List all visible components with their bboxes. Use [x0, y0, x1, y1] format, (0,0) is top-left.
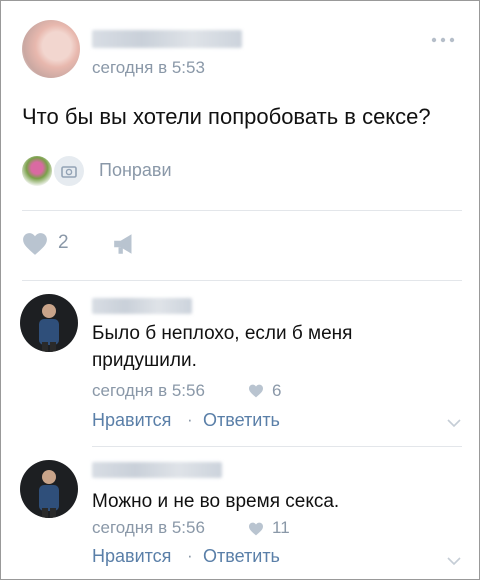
chevron-down-icon[interactable]: [446, 556, 462, 566]
action-separator-dot: ·: [187, 410, 193, 429]
share-megaphone-icon[interactable]: [112, 232, 138, 256]
chevron-down-icon[interactable]: [446, 418, 462, 428]
heart-icon[interactable]: [22, 232, 48, 256]
reply-comment-link[interactable]: Ответить: [203, 410, 280, 431]
comment-timestamp: сегодня в 5:56: [92, 518, 205, 537]
heart-icon[interactable]: [248, 522, 264, 536]
comment-author-avatar[interactable]: [20, 294, 78, 352]
comment-author-name[interactable]: [92, 298, 192, 314]
more-dots-icon[interactable]: [430, 36, 458, 44]
divider: [22, 280, 462, 281]
comment-author-name[interactable]: [92, 462, 222, 478]
post-text: Что бы вы хотели попробовать в сексе?: [22, 104, 431, 129]
post-timestamp: сегодня в 5:53: [92, 58, 205, 77]
post-like-count: 2: [58, 232, 69, 253]
comment-text: Можно и не во время секса.: [92, 491, 340, 512]
comment-like-count: 11: [272, 518, 290, 537]
divider: [22, 210, 462, 211]
heart-icon[interactable]: [248, 384, 264, 398]
post-author-avatar[interactable]: [22, 20, 80, 78]
comment-like-count: 6: [272, 381, 282, 400]
attachment-label[interactable]: Понрави: [99, 160, 172, 181]
comment-text: Было б неплохо, если б меня придушили.: [92, 320, 352, 374]
comment-text-line: Было б неплохо, если б меня: [92, 323, 353, 344]
action-separator-dot: ·: [187, 546, 193, 565]
reply-comment-link[interactable]: Ответить: [203, 546, 280, 567]
comment-timestamp: сегодня в 5:56: [92, 381, 205, 400]
camera-icon[interactable]: [54, 156, 84, 186]
like-comment-link[interactable]: Нравится: [92, 410, 171, 431]
like-comment-link[interactable]: Нравится: [92, 546, 171, 567]
comment-author-avatar[interactable]: [20, 460, 78, 518]
divider: [92, 446, 462, 447]
attachment-thumbnail[interactable]: [22, 156, 52, 186]
post-author-name[interactable]: [92, 30, 242, 48]
comment-text-line: придушили.: [92, 350, 197, 371]
